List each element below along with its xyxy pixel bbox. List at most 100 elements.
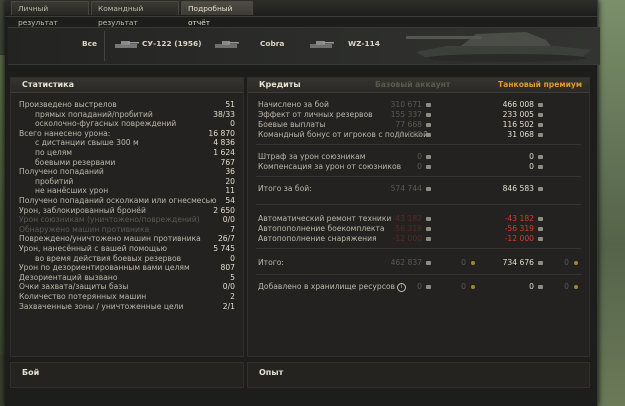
premium-credit-value: 116 502: [502, 120, 534, 129]
credit-coin-icon: [423, 282, 431, 292]
vehicle-tab-cobra[interactable]: Cobra: [260, 39, 284, 48]
credit-coin-icon: [423, 258, 431, 268]
stat-value: 0: [230, 253, 235, 263]
stat-row: Обнаружено машин противника 7: [19, 225, 235, 235]
base-credit-value: -43 182: [392, 214, 422, 223]
credit-coin-icon: [535, 234, 543, 244]
stat-value: 16 870: [208, 128, 235, 138]
credit-coin-icon: [535, 152, 543, 162]
base-credit-value: 0: [417, 162, 422, 171]
stat-row: Всего нанесено урона: 16 870: [19, 129, 235, 139]
stat-label: Очки захвата/защиты базы: [19, 282, 129, 292]
divider: [256, 248, 581, 249]
premium-credit-value: -43 182: [504, 214, 534, 223]
credit-coin-icon: [535, 282, 543, 292]
credit-row: Автопополнение боекомплекта -56 319 -56 31…: [258, 224, 579, 234]
premium-credit-value: 734 676: [502, 258, 534, 267]
credit-coin-icon: [423, 130, 431, 140]
statistics-panel: Статистика Произведено выстрелов 51 прямых…: [10, 77, 244, 357]
all-vehicles-button[interactable]: Все: [82, 39, 97, 48]
stat-row: Очки захвата/защиты базы 0/0: [19, 282, 235, 292]
stat-label: Дезориентаций вызвано: [19, 272, 118, 282]
credit-label: Штраф за урон союзникам: [258, 152, 366, 161]
statistics-header: Статистика: [11, 78, 243, 93]
stat-label: Произведено выстрелов: [19, 100, 117, 109]
base-credit-value: 0: [417, 152, 422, 161]
stat-row: по целям 1 624: [35, 148, 235, 158]
stat-value: 0/0: [222, 215, 235, 225]
stat-row: Дезориентаций вызвано 5: [19, 273, 235, 283]
credit-coin-icon: [423, 152, 431, 162]
stat-row: боевыми резервами 767: [35, 158, 235, 168]
background-tree-right: [597, 0, 625, 406]
tab-team-result[interactable]: Командный результат: [91, 1, 179, 27]
base-credit-value: 155 337: [390, 110, 422, 119]
divider: [256, 144, 581, 145]
tab-personal-result[interactable]: Личный результат: [11, 1, 89, 27]
credit-row: Компенсация за урон от союзников 0 0: [258, 162, 579, 172]
credit-coin-icon: [535, 162, 543, 172]
info-icon[interactable]: i: [397, 282, 407, 292]
stat-label: боевыми резервами: [35, 157, 116, 167]
credit-coin-icon: [535, 214, 543, 224]
base-credit-value: 77 668: [395, 120, 422, 129]
premium-credit-value: -56 319: [504, 224, 534, 233]
divider: [256, 176, 581, 177]
experience-section-header: Опыт: [247, 362, 590, 388]
credit-coin-icon: [535, 120, 543, 130]
tab-bar: Личный результат Командный результат Под…: [5, 0, 597, 27]
credit-row: Эффект от личных резервов 155 337 233 005: [258, 110, 579, 120]
credit-label: Автопополнение боекомплекта: [258, 224, 385, 233]
stat-value: 26/7: [217, 234, 235, 244]
stat-row: Повреждено/уничтожено машин противника 26…: [19, 234, 235, 244]
stat-row: Урон союзникам (уничтожено/повреждений) 0…: [19, 215, 235, 225]
credit-label: Итого за бой:: [258, 184, 312, 193]
stat-value: 5 745: [213, 244, 235, 253]
premium-credit-value: 0: [529, 282, 534, 291]
credit-label: Компенсация за урон от союзников: [258, 162, 402, 171]
divider: [104, 31, 105, 61]
base-credit-value: -56 319: [392, 224, 422, 233]
stat-value: 4 836: [213, 138, 235, 148]
vehicle-tab-wz114[interactable]: WZ-114: [348, 39, 380, 48]
base-credit-value: 462 837: [390, 258, 422, 267]
stat-label: Количество потерянных машин: [19, 292, 147, 301]
credit-label: Добавлено в хранилище ресурсов i: [258, 282, 407, 292]
stat-row: осколочно-фугасных повреждений 0: [35, 119, 235, 129]
stat-value: 767: [220, 157, 236, 167]
tab-detailed-report[interactable]: Подробный отчёт: [181, 1, 253, 27]
credit-label: Эффект от личных резервов: [258, 110, 373, 119]
premium-credit-value: 466 008: [502, 100, 534, 109]
stat-row: во время действия боевых резервов 0: [35, 254, 235, 264]
divider: [256, 274, 581, 275]
premium-gold-value: 0: [564, 282, 569, 291]
divider: [256, 204, 581, 205]
stat-label: пробитий: [35, 176, 74, 186]
base-account-column-header: Базовый аккаунт: [375, 80, 451, 89]
stat-row: Получено попаданий 36: [19, 167, 235, 177]
stat-label: во время действия боевых резервов: [35, 253, 182, 263]
stat-label: Обнаружено машин противника: [19, 224, 150, 234]
vehicle-tab-su122[interactable]: СУ-122 (1956): [142, 39, 202, 48]
stat-value: 51: [225, 100, 235, 109]
credit-row: Итого за бой: 574 744 846 583: [258, 184, 579, 194]
credit-label: Начислено за бой: [258, 100, 329, 109]
premium-column-header: Танковый премиум: [498, 80, 583, 89]
base-gold-value: 0: [461, 258, 466, 267]
stat-value: 2/1: [222, 301, 235, 311]
stat-label: Урон, нанесённый с вашей помощью: [19, 244, 167, 253]
credit-coin-icon: [423, 224, 431, 234]
tank-icon: [215, 41, 239, 48]
gold-icon: [468, 282, 475, 292]
credit-label: Боевые выплаты: [258, 120, 326, 129]
stat-label: Получено попаданий: [19, 167, 104, 177]
stat-row: Произведено выстрелов 51: [19, 100, 235, 110]
stat-value: 7: [230, 224, 235, 234]
tank-icon: [310, 41, 334, 48]
base-credit-value: 0: [417, 282, 422, 291]
stat-label: Получено попаданий осколками или огнесме…: [19, 196, 217, 205]
stat-value: 5: [230, 272, 235, 282]
stat-row: Получено попаданий осколками или огнесме…: [19, 196, 235, 206]
stat-label: не нанёсших урон: [35, 186, 109, 196]
credit-row: Штраф за урон союзникам 0 0: [258, 152, 579, 162]
